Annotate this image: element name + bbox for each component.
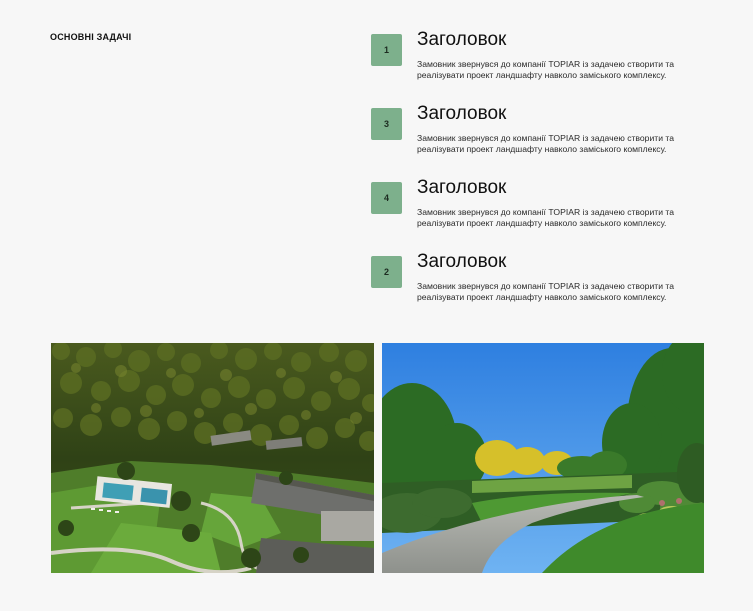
- garden-path-photo: [382, 343, 704, 573]
- task-number-badge: 2: [371, 256, 402, 288]
- task-description: Замовник звернувся до компанії TOPIAR із…: [417, 133, 675, 154]
- task-number-badge: 4: [371, 182, 402, 214]
- task-description: Замовник звернувся до компанії TOPIAR із…: [417, 59, 675, 80]
- task-number-badge: 3: [371, 108, 402, 140]
- section-title: ОСНОВНІ ЗАДАЧІ: [50, 32, 132, 42]
- task-item: 2 Заголовок Замовник звернувся до компан…: [371, 251, 701, 325]
- aerial-resort-photo: [51, 343, 374, 573]
- task-description: Замовник звернувся до компанії TOPIAR із…: [417, 281, 675, 302]
- task-heading: Заголовок: [417, 251, 507, 272]
- task-heading: Заголовок: [417, 29, 507, 50]
- task-number-badge: 1: [371, 34, 402, 66]
- task-item: 1 Заголовок Замовник звернувся до компан…: [371, 29, 701, 103]
- task-description: Замовник звернувся до компанії TOPIAR із…: [417, 207, 675, 228]
- task-list: 1 Заголовок Замовник звернувся до компан…: [371, 29, 701, 325]
- task-item: 3 Заголовок Замовник звернувся до компан…: [371, 103, 701, 177]
- task-heading: Заголовок: [417, 177, 507, 198]
- task-heading: Заголовок: [417, 103, 507, 124]
- task-item: 4 Заголовок Замовник звернувся до компан…: [371, 177, 701, 251]
